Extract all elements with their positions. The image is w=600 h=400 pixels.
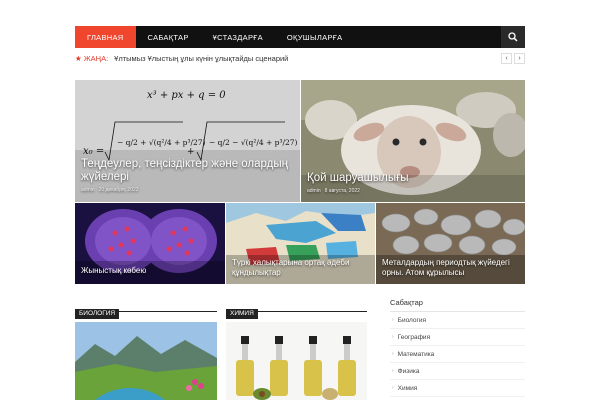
nav-item-lessons[interactable]: САБАҚТАР xyxy=(136,26,201,48)
search-button[interactable] xyxy=(501,26,525,48)
post-title[interactable]: Қой шаруашылығы xyxy=(307,172,519,185)
post-date: 20 декабря, 2022 xyxy=(98,187,139,193)
sidebar-item-biology[interactable]: › Биология xyxy=(390,312,525,329)
bullet-icon: › xyxy=(392,334,394,340)
post-title[interactable]: Түркі халықтарына ортақ әдеби құндылықта… xyxy=(232,258,369,278)
svg-text:x³ + px + q = 0: x³ + px + q = 0 xyxy=(147,90,226,101)
chemistry-post-image[interactable] xyxy=(226,322,367,400)
landscape-image xyxy=(75,322,217,400)
search-icon xyxy=(508,32,518,42)
section-header-chemistry: ХИМИЯ xyxy=(226,302,367,319)
ticker-prev-button[interactable]: ‹ xyxy=(501,52,512,64)
post-author[interactable]: admin xyxy=(81,187,95,193)
sidebar-lessons: Сабақтар › Биология › География › Матема… xyxy=(390,298,525,397)
ticker-label: ★ ЖАҢА: xyxy=(75,53,109,63)
chevron-right-icon: › xyxy=(518,54,521,62)
sidebar-item-math[interactable]: › Математика xyxy=(390,346,525,363)
sidebar-item-chemistry[interactable]: › Химия xyxy=(390,380,525,397)
featured-post-reproduction[interactable]: Жыныстық көбею xyxy=(75,203,225,284)
post-date: 8 августа, 2022 xyxy=(324,188,360,194)
nav-item-teachers[interactable]: ҰСТАЗДАРҒА xyxy=(201,26,275,48)
post-title[interactable]: Жыныстық көбею xyxy=(81,266,219,276)
featured-post-equations[interactable]: x³ + px + q = 0 x₀ = − q/2 + √(q²/4 + p³… xyxy=(75,80,300,202)
post-author[interactable]: admin xyxy=(307,188,321,194)
sidebar-item-geography[interactable]: › География xyxy=(390,329,525,346)
post-title[interactable]: Теңдеулер, теңсіздіктер және олардың жүй… xyxy=(81,158,294,184)
bullet-icon: › xyxy=(392,351,394,357)
star-icon: ★ xyxy=(75,53,82,63)
ticker-headline[interactable]: Ұлтымыз Ұлыстың ұлы күнін ұлықтайды сцен… xyxy=(114,54,288,63)
bullet-icon: › xyxy=(392,317,394,323)
sidebar-title: Сабақтар xyxy=(390,298,525,312)
sidebar-item-physics[interactable]: › Физика xyxy=(390,363,525,380)
section-label[interactable]: БИОЛОГИЯ xyxy=(75,309,120,319)
main-nav: ГЛАВНАЯ САБАҚТАР ҰСТАЗДАРҒА ОҚУШЫЛАРҒА xyxy=(75,26,525,48)
nav-item-students[interactable]: ОҚУШЫЛАРҒА xyxy=(275,26,354,48)
chevron-left-icon: ‹ xyxy=(505,54,508,62)
section-label[interactable]: ХИМИЯ xyxy=(226,309,258,319)
ticker-next-button[interactable]: › xyxy=(514,52,525,64)
svg-text:− q/2 − √(q²/4 + p³/27): − q/2 − √(q²/4 + p³/27) xyxy=(209,138,298,147)
featured-post-turkic-literature[interactable]: Түркі халықтарына ортақ әдеби құндылықта… xyxy=(226,203,375,284)
section-header-biology: БИОЛОГИЯ xyxy=(75,302,217,319)
oil-bottles-image xyxy=(226,322,367,400)
featured-post-metals[interactable]: Металдардың периодтық жүйедегі орны. Ато… xyxy=(376,203,525,284)
bullet-icon: › xyxy=(392,385,394,391)
svg-text:− q/2 + √(q²/4 + p³/27): − q/2 + √(q²/4 + p³/27) xyxy=(117,138,206,147)
bullet-icon: › xyxy=(392,368,394,374)
biology-post-image[interactable] xyxy=(75,322,217,400)
news-ticker: ★ ЖАҢА: Ұлтымыз Ұлыстың ұлы күнін ұлықта… xyxy=(75,51,525,65)
nav-item-home[interactable]: ГЛАВНАЯ xyxy=(75,26,136,48)
post-title[interactable]: Металдардың периодтық жүйедегі орны. Ато… xyxy=(382,258,519,278)
featured-post-sheep[interactable]: Қой шаруашылығы admin 8 августа, 2022 xyxy=(301,80,525,202)
